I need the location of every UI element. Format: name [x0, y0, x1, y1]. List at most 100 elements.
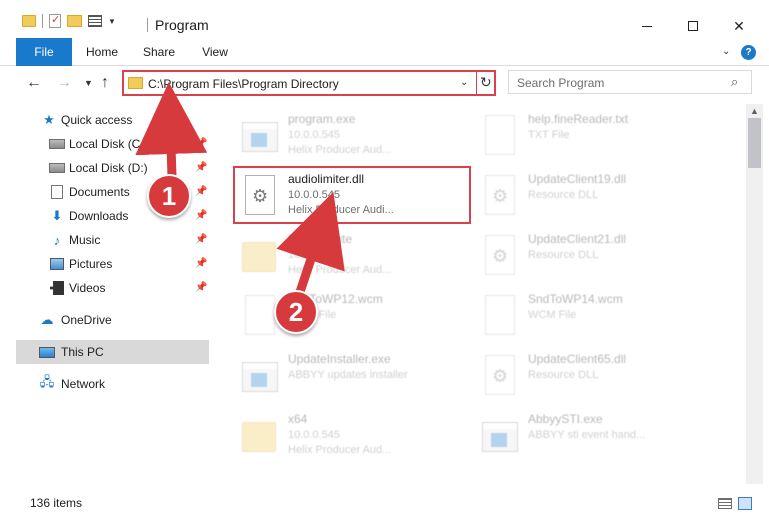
pin-icon[interactable]: 📌 — [195, 234, 207, 245]
customize-toolbar-dropdown-icon[interactable]: ▼ — [108, 17, 116, 26]
address-dropdown-icon[interactable]: ⌄ — [460, 77, 468, 88]
status-bar: 136 items — [0, 487, 769, 517]
large-icons-view-icon[interactable] — [738, 497, 752, 510]
file-item[interactable]: SndToWP14.wcm WCM File — [476, 288, 712, 346]
sidebar-item-label: Quick access — [61, 113, 133, 127]
sidebar-item-onedrive[interactable]: ☁ OneDrive — [16, 308, 209, 332]
up-arrow-icon[interactable]: ↑ — [101, 74, 109, 92]
file-item[interactable]: UpdateClient65.dll Resource DLL — [476, 348, 712, 406]
file-item[interactable]: help.fineReader.txt TXT File — [476, 108, 712, 166]
pin-icon[interactable]: 📌 — [195, 258, 207, 269]
cloud-icon: ☁ — [40, 312, 54, 327]
tab-share[interactable]: Share — [136, 38, 182, 66]
folder-icon — [128, 77, 143, 89]
file-item[interactable]: UpdateClient19.dll Resource DLL — [476, 168, 712, 226]
file-name: UpdateClient19.dll — [528, 172, 627, 186]
sidebar-item-videos[interactable]: Videos 📌 — [16, 276, 209, 300]
exe-icon — [240, 352, 280, 400]
music-icon: ♪ — [53, 232, 61, 248]
sidebar-item-label: Pictures — [69, 257, 113, 271]
vertical-scrollbar[interactable]: ▲ — [746, 104, 763, 484]
tab-view[interactable]: View — [192, 38, 238, 66]
file-item-audiolimiter[interactable]: audiolimiter.dll 10.0.0.545 Helix Produc… — [236, 168, 472, 226]
file-item[interactable]: SndToWP12.wcm WCM File — [236, 288, 472, 346]
file-name: x64 — [288, 412, 308, 426]
search-box[interactable]: Search Program ⌕ — [508, 70, 752, 94]
file-detail: Helix Producer Aud... — [288, 144, 392, 156]
scroll-up-icon[interactable]: ▲ — [750, 106, 759, 116]
folder-icon[interactable] — [22, 15, 36, 27]
item-count: 136 items — [30, 496, 83, 510]
file-detail: 10.0.0.545 — [288, 129, 340, 141]
pin-icon[interactable]: 📌 — [195, 138, 207, 149]
minimize-button[interactable] — [624, 12, 670, 40]
sidebar-item-quick-access[interactable]: ★ Quick access — [16, 108, 209, 132]
navigation-pane: ★ Quick access Local Disk (C:) 📌 Local D… — [16, 104, 209, 484]
sidebar-item-network[interactable]: 🖧 Network — [16, 372, 209, 396]
forward-arrow-icon[interactable]: → — [56, 74, 72, 92]
scroll-thumb[interactable] — [748, 118, 761, 168]
details-view-icon[interactable] — [718, 498, 732, 509]
expand-ribbon-icon[interactable]: ⌄ — [722, 46, 730, 57]
toolbar-divider — [42, 14, 43, 28]
document-icon — [49, 185, 65, 199]
tab-home[interactable]: Home — [78, 38, 126, 66]
file-item[interactable]: x64 10.0.0.545 Helix Producer Aud... — [236, 408, 472, 466]
file-item[interactable]: Redistribute 10.0.0.545 Helix Producer A… — [236, 228, 472, 286]
quick-access-toolbar: ▼ — [22, 13, 116, 28]
window-title: Program — [155, 17, 209, 33]
file-name: UpdateInstaller.exe — [288, 352, 391, 366]
close-button[interactable]: ✕ — [716, 12, 762, 40]
file-detail: WCM File — [528, 309, 577, 321]
file-detail: 10.0.0.545 — [288, 429, 340, 441]
sidebar-item-label: Documents — [69, 185, 130, 199]
file-item[interactable]: UpdateInstaller.exe ABBYY updates instal… — [236, 348, 472, 406]
search-icon[interactable]: ⌕ — [731, 74, 738, 90]
search-input[interactable]: Search Program — [517, 76, 604, 90]
file-detail: Resource DLL — [528, 249, 599, 261]
sidebar-item-music[interactable]: ♪ Music 📌 — [16, 228, 209, 252]
recent-locations-icon[interactable]: ▼ — [84, 78, 93, 88]
file-detail: Resource DLL — [528, 189, 599, 201]
maximize-button[interactable] — [670, 12, 716, 40]
pin-icon[interactable]: 📌 — [195, 282, 207, 293]
text-file-icon — [480, 112, 520, 160]
tab-file[interactable]: File — [16, 38, 72, 66]
file-name: SndToWP14.wcm — [528, 292, 623, 306]
file-detail: ABBYY updates installer — [288, 369, 408, 381]
dll-gear-icon — [480, 172, 520, 220]
exe-icon — [240, 112, 280, 160]
file-detail: Helix Producer Aud... — [288, 444, 392, 456]
file-detail: Helix Producer Aud... — [288, 264, 392, 276]
maximize-icon — [688, 21, 698, 31]
sidebar-item-local-disk-c[interactable]: Local Disk (C:) 📌 — [16, 132, 209, 156]
view-options-icon[interactable] — [88, 15, 102, 27]
new-folder-icon[interactable] — [67, 15, 82, 27]
file-item[interactable]: UpdateClient21.dll Resource DLL — [476, 228, 712, 286]
address-bar[interactable]: C:\Program Files\Program Directory ⌄ ↻ — [122, 70, 496, 96]
file-detail: TXT File — [528, 129, 570, 141]
pin-icon[interactable]: 📌 — [195, 162, 207, 173]
address-divider — [476, 72, 477, 94]
minimize-icon — [642, 25, 652, 27]
pin-icon[interactable]: 📌 — [195, 210, 207, 221]
refresh-icon[interactable]: ↻ — [480, 74, 492, 91]
sidebar-item-pictures[interactable]: Pictures 📌 — [16, 252, 209, 276]
help-icon[interactable]: ? — [741, 45, 756, 60]
step-1-badge: 1 — [147, 174, 191, 218]
properties-icon[interactable] — [49, 13, 61, 28]
file-name: audiolimiter.dll — [288, 172, 365, 186]
sidebar-item-label: This PC — [61, 345, 104, 359]
computer-icon — [39, 345, 55, 359]
file-item[interactable]: program.exe 10.0.0.545 Helix Producer Au… — [236, 108, 472, 166]
file-name: AbbyySTI.exe — [528, 412, 603, 426]
address-path[interactable]: C:\Program Files\Program Directory — [148, 77, 339, 91]
sidebar-item-this-pc[interactable]: This PC — [16, 340, 209, 364]
file-name: help.fineReader.txt — [528, 112, 629, 126]
sidebar-item-label: Local Disk (C:) — [69, 137, 148, 151]
back-arrow-icon[interactable]: ← — [26, 74, 42, 92]
pin-icon[interactable]: 📌 — [195, 186, 207, 197]
dll-gear-icon — [480, 232, 520, 280]
file-item[interactable]: AbbyySTI.exe ABBYY sti event hand... — [476, 408, 712, 466]
network-icon: 🖧 — [39, 374, 55, 389]
